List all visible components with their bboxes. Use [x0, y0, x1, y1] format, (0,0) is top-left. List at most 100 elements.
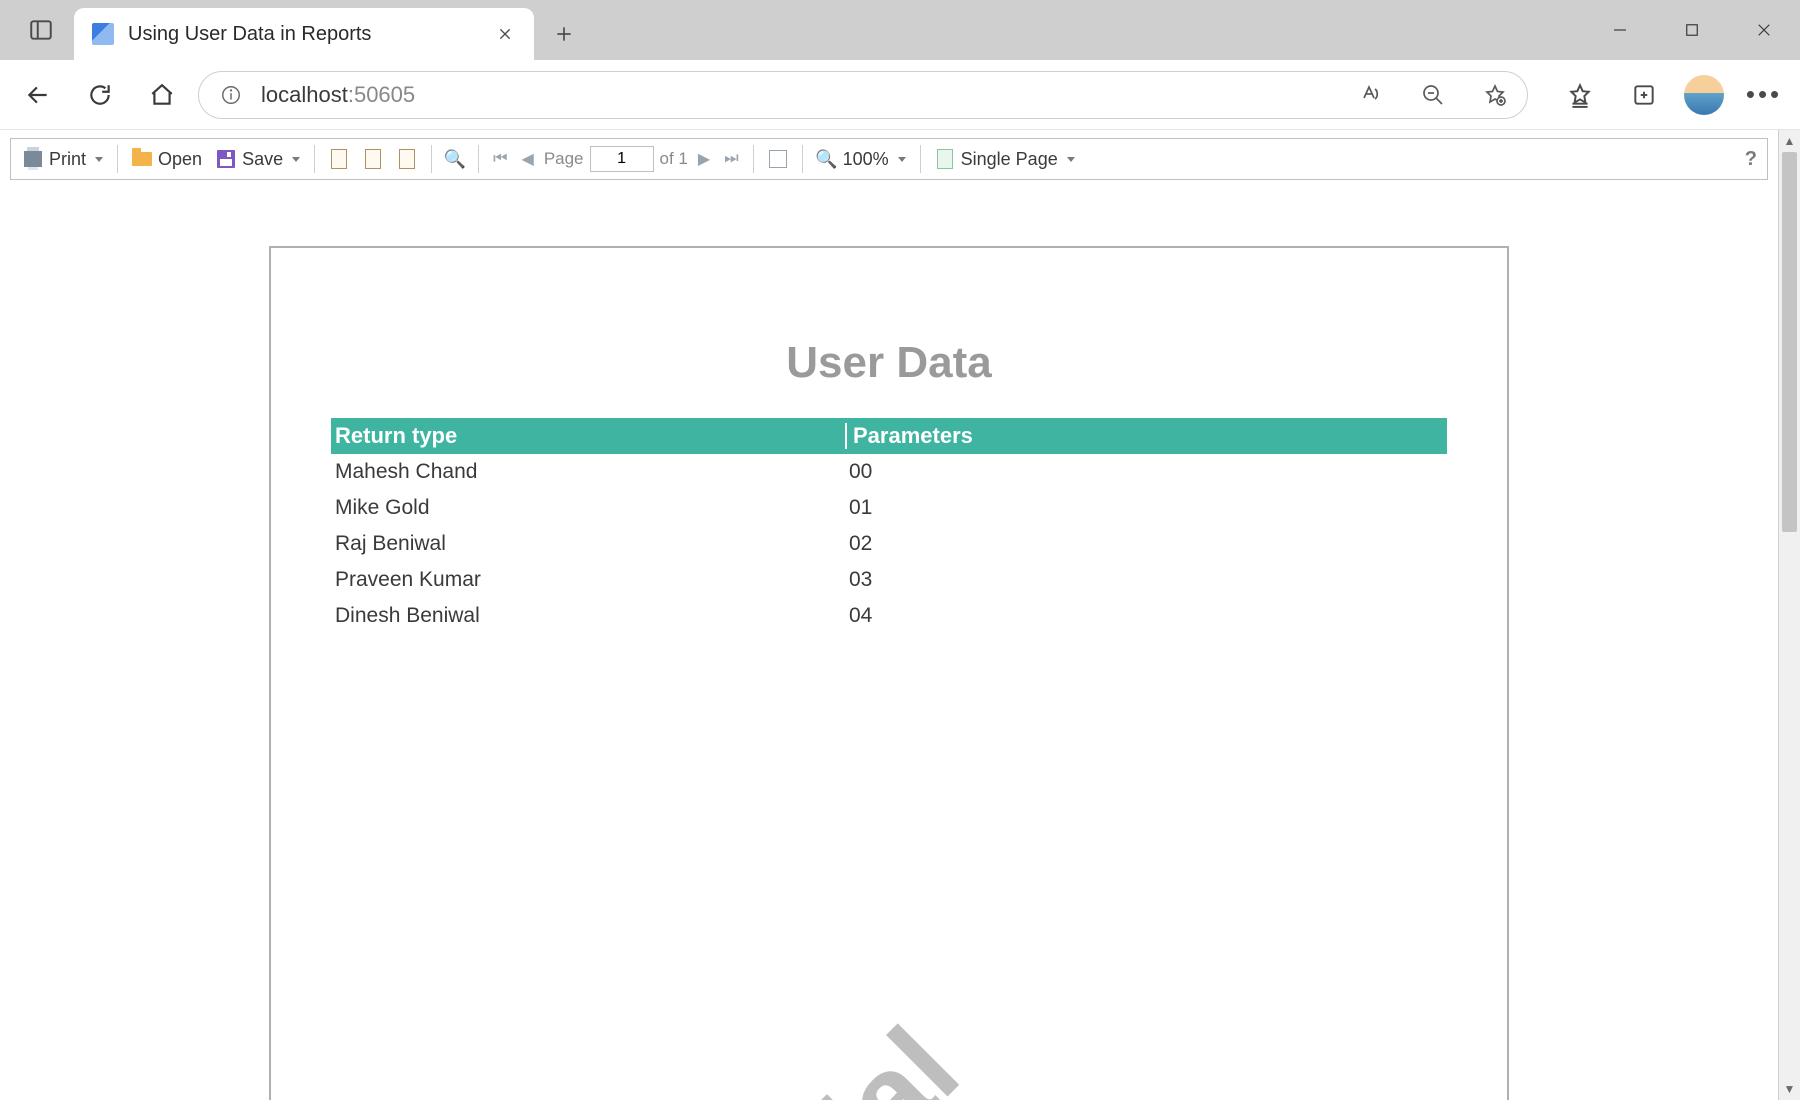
help-button[interactable]: ?: [1745, 148, 1757, 171]
tab-title: Using User Data in Reports: [128, 23, 476, 46]
cell-name: Mahesh Chand: [331, 460, 847, 484]
multipage-button[interactable]: [764, 147, 792, 171]
url-port: :50605: [348, 82, 415, 107]
favorite-add-icon[interactable]: [1473, 73, 1517, 117]
close-tab-button[interactable]: [490, 19, 520, 49]
table-header: Return type Parameters: [331, 418, 1447, 454]
caret-down-icon: [1067, 157, 1075, 162]
nav-bar: localhost:50605 •••: [0, 60, 1800, 130]
favorites-icon[interactable]: [1556, 71, 1604, 119]
print-button[interactable]: Print: [19, 147, 107, 172]
cell-name: Dinesh Beniwal: [331, 604, 847, 628]
prev-page-button[interactable]: ◀: [518, 147, 538, 171]
zoom-out-icon[interactable]: [1411, 73, 1455, 117]
new-tab-button[interactable]: [540, 10, 588, 58]
url-host: localhost: [261, 82, 348, 107]
minimize-button[interactable]: [1584, 0, 1656, 60]
refresh-button[interactable]: [74, 69, 126, 121]
scrollbar-track[interactable]: [1779, 152, 1800, 1078]
cell-code: 04: [847, 604, 872, 628]
next-page-button[interactable]: ▶: [694, 147, 714, 171]
open-button[interactable]: Open: [128, 147, 206, 172]
title-bar: Using User Data in Reports: [0, 0, 1800, 60]
collections-icon[interactable]: [1620, 71, 1668, 119]
view-mode-label: Single Page: [961, 149, 1058, 170]
prev-page-icon: ◀: [522, 149, 534, 169]
binoculars-icon: 🔍: [446, 150, 464, 168]
read-aloud-icon[interactable]: [1349, 73, 1393, 117]
save-button[interactable]: Save: [212, 147, 304, 172]
address-bar[interactable]: localhost:50605: [198, 71, 1528, 119]
report-page: User Data Return type Parameters Mahesh …: [269, 246, 1509, 1100]
scroll-up-button[interactable]: ▲: [1779, 130, 1800, 152]
first-page-button[interactable]: ⏮: [489, 148, 511, 170]
print-icon: [23, 149, 43, 169]
scrollbar-thumb[interactable]: [1782, 152, 1797, 532]
report-area: Print Open Save 🔍 ⏮ ◀ Page: [0, 130, 1800, 1100]
table-row: Dinesh Beniwal04: [331, 598, 1447, 634]
doc1-button[interactable]: [325, 147, 353, 171]
document-icon: [363, 149, 383, 169]
report-scroll: Print Open Save 🔍 ⏮ ◀ Page: [0, 130, 1778, 1100]
document-icon: [329, 149, 349, 169]
browser-right-icons: •••: [1538, 71, 1788, 119]
find-button[interactable]: 🔍: [442, 148, 468, 170]
last-page-icon: ⏭: [724, 150, 738, 168]
scroll-down-button[interactable]: ▼: [1779, 1078, 1800, 1100]
document-icon: [397, 149, 417, 169]
watermark-text: ial: [793, 1001, 985, 1100]
table-row: Raj Beniwal02: [331, 526, 1447, 562]
caret-down-icon: [292, 157, 300, 162]
magnifier-icon: 🔍: [817, 149, 837, 169]
cell-code: 01: [847, 496, 872, 520]
more-menu-button[interactable]: •••: [1740, 71, 1788, 119]
last-page-button[interactable]: ⏭: [720, 148, 742, 170]
cell-code: 00: [847, 460, 872, 484]
folder-icon: [132, 149, 152, 169]
cell-code: 02: [847, 532, 872, 556]
page-total: of 1: [660, 149, 688, 169]
site-info-icon[interactable]: [219, 83, 243, 107]
doc2-button[interactable]: [359, 147, 387, 171]
page-number-input[interactable]: [590, 146, 654, 172]
doc3-button[interactable]: [393, 147, 421, 171]
report-title: User Data: [271, 338, 1507, 388]
view-mode-button[interactable]: Single Page: [931, 147, 1079, 172]
report-toolbar: Print Open Save 🔍 ⏮ ◀ Page: [10, 138, 1768, 180]
save-icon: [216, 149, 236, 169]
col-header-parameters: Parameters: [847, 423, 973, 449]
favicon-icon: [92, 23, 114, 45]
caret-down-icon: [898, 157, 906, 162]
report-table: Return type Parameters Mahesh Chand00Mik…: [331, 418, 1447, 634]
single-page-icon: [935, 149, 955, 169]
cell-name: Raj Beniwal: [331, 532, 847, 556]
tab-strip: Using User Data in Reports: [0, 0, 588, 60]
tab-actions-button[interactable]: [8, 0, 74, 60]
multipage-icon: [768, 149, 788, 169]
active-tab[interactable]: Using User Data in Reports: [74, 8, 534, 60]
close-window-button[interactable]: [1728, 0, 1800, 60]
table-row: Mahesh Chand00: [331, 454, 1447, 490]
next-page-icon: ▶: [698, 149, 710, 169]
table-row: Praveen Kumar03: [331, 562, 1447, 598]
table-row: Mike Gold01: [331, 490, 1447, 526]
open-label: Open: [158, 149, 202, 170]
zoom-value: 100%: [843, 149, 889, 170]
page-label: Page: [544, 149, 584, 169]
window-controls: [1584, 0, 1800, 60]
col-header-returntype: Return type: [331, 423, 847, 449]
back-button[interactable]: [12, 69, 64, 121]
first-page-icon: ⏮: [493, 150, 507, 168]
cell-name: Praveen Kumar: [331, 568, 847, 592]
caret-down-icon: [95, 157, 103, 162]
print-label: Print: [49, 149, 86, 170]
maximize-button[interactable]: [1656, 0, 1728, 60]
vertical-scrollbar[interactable]: ▲ ▼: [1778, 130, 1800, 1100]
cell-name: Mike Gold: [331, 496, 847, 520]
home-button[interactable]: [136, 69, 188, 121]
save-label: Save: [242, 149, 283, 170]
zoom-button[interactable]: 🔍 100%: [813, 147, 910, 172]
url-text: localhost:50605: [261, 82, 415, 108]
cell-code: 03: [847, 568, 872, 592]
profile-avatar[interactable]: [1684, 75, 1724, 115]
